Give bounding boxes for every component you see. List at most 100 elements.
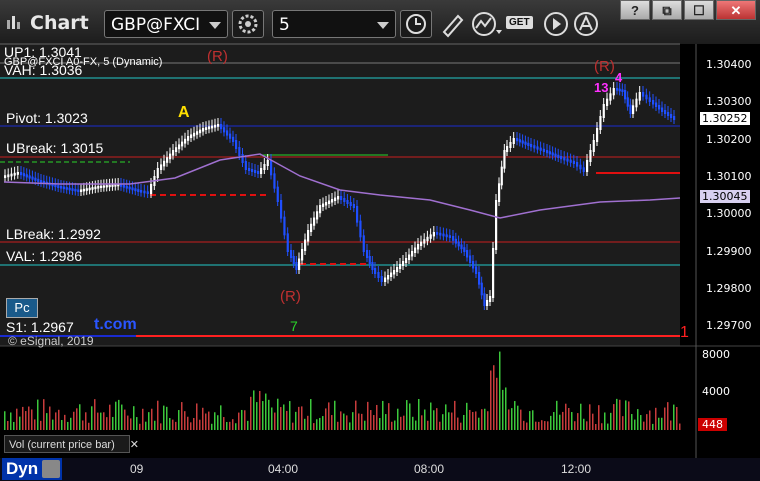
candle-body (606, 98, 609, 106)
close-icon[interactable]: ✕ (130, 436, 139, 454)
volume-bar (391, 421, 393, 430)
volume-bar (76, 408, 78, 430)
volume-bar (523, 420, 525, 430)
volume-bar (679, 423, 681, 430)
candle-body (62, 186, 66, 190)
candle-body (131, 187, 134, 191)
volume-bar (316, 419, 318, 430)
volume-bar (103, 412, 105, 430)
candle-body (7, 174, 10, 178)
volume-bar (493, 365, 495, 430)
level-pivot: Pivot: 1.3023 (6, 110, 88, 126)
lock-icon[interactable] (42, 460, 60, 478)
volume-bar (295, 411, 297, 430)
level-val: VAL: 1.2986 (6, 248, 83, 264)
volume-bar (274, 412, 276, 430)
volume-bar (511, 408, 513, 430)
volume-bar (151, 408, 153, 430)
dynamic-button[interactable]: Dyn (2, 458, 62, 480)
volume-bar (199, 419, 201, 430)
candle-body (346, 200, 349, 204)
candle-body (184, 138, 187, 144)
volume-bar (115, 401, 117, 430)
volume-bar (457, 417, 459, 430)
volume-bar (328, 402, 330, 430)
volume-bar (109, 404, 111, 430)
volume-bar (145, 421, 147, 430)
volume-bar (250, 396, 252, 430)
price-chart[interactable] (0, 0, 760, 481)
volume-bar (262, 401, 264, 430)
candle-body (442, 233, 445, 237)
candle-body (82, 188, 86, 192)
volume-bar (550, 415, 552, 430)
volume-bar (298, 406, 300, 430)
candle-body (77, 189, 80, 192)
candle-body (241, 154, 244, 163)
volume-bar (418, 398, 420, 430)
volume-bar (478, 417, 480, 430)
candle-body (337, 196, 340, 200)
volume-bar (127, 415, 129, 430)
candle-body (54, 184, 57, 188)
candle-body (489, 296, 492, 302)
candle-body (163, 160, 166, 167)
volume-bar (196, 403, 198, 430)
candle-body (125, 185, 128, 189)
volume-bar (265, 393, 267, 430)
volume-bar (349, 422, 351, 430)
volume-bar (616, 398, 618, 430)
volume-bar (676, 406, 678, 430)
current-price-badge: 1.30252 (700, 112, 750, 125)
volume-bar (172, 419, 174, 430)
candle-body (57, 185, 60, 188)
volume-bar (280, 407, 282, 430)
candle-body (500, 166, 503, 186)
volume-bar (226, 421, 228, 430)
price-panel-bg (0, 44, 680, 346)
volume-bar (73, 411, 75, 430)
candle-body (432, 232, 435, 237)
volume-bar (259, 390, 261, 430)
candle-body (193, 132, 196, 137)
volume-bar (403, 415, 405, 430)
candle-body (298, 258, 301, 270)
candle-body (629, 104, 632, 114)
candle-body (187, 136, 190, 141)
candle-body (40, 180, 43, 183)
volume-bar (634, 419, 636, 430)
volume-bar (412, 416, 414, 430)
volume-bar (52, 419, 54, 430)
candle-body (74, 188, 77, 192)
candle-body (94, 186, 97, 190)
volume-bar (490, 370, 492, 430)
volume-bar (667, 402, 669, 430)
candle-body (429, 234, 432, 239)
volume-bar (190, 422, 192, 430)
candle-body (560, 156, 563, 160)
volume-bar (355, 400, 357, 430)
volume-bar (19, 416, 21, 430)
volume-bar (436, 408, 438, 430)
volume-bar (580, 403, 582, 430)
candle-body (362, 235, 365, 252)
pc-button[interactable]: Pc (6, 298, 38, 318)
volume-bar (268, 399, 270, 430)
candle-body (626, 97, 629, 107)
volume-bar (514, 401, 516, 430)
volume-bar (124, 409, 126, 430)
volume-bar (178, 410, 180, 430)
volume-bar (322, 416, 324, 430)
volume-bar (37, 399, 39, 430)
copyright-text: © eSignal, 2019 (8, 334, 94, 348)
volume-bar (34, 419, 36, 430)
candle-body (22, 173, 26, 177)
volume-bar (340, 411, 342, 430)
volume-bar (433, 410, 435, 430)
volume-bar (568, 408, 570, 430)
price-tick-6: 1.29900 (706, 245, 752, 258)
volume-bar (472, 411, 474, 430)
volume-bar (646, 414, 648, 430)
volume-bar (565, 403, 567, 430)
candle-body (436, 232, 439, 235)
